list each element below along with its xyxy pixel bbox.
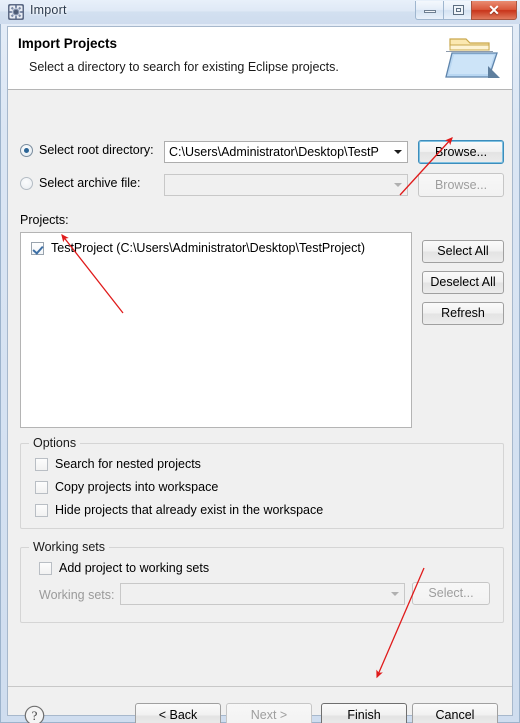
option-hide-existing-checkbox[interactable]	[35, 503, 48, 517]
browse-archive-file-button: Browse...	[418, 173, 504, 197]
wizard-header: Import Projects Select a directory to se…	[8, 27, 512, 90]
working-sets-combo	[120, 583, 405, 605]
window-title: Import	[30, 3, 67, 17]
radio-root-directory-label: Select root directory:	[39, 143, 154, 157]
chevron-down-icon-working-sets	[387, 584, 404, 604]
maximize-icon	[453, 5, 464, 15]
title-bar[interactable]: Import ✕	[0, 0, 520, 24]
folder-import-icon	[444, 32, 502, 84]
working-sets-group: Working sets Add project to working sets…	[20, 540, 504, 623]
window-controls: ✕	[415, 1, 517, 20]
wizard-body: Select root directory: C:\Users\Administ…	[8, 90, 512, 723]
next-button: Next >	[226, 703, 312, 723]
help-icon[interactable]: ?	[24, 705, 45, 723]
chevron-down-icon[interactable]	[390, 142, 407, 162]
projects-list[interactable]: TestProject (C:\Users\Administrator\Desk…	[20, 232, 412, 428]
working-sets-group-title: Working sets	[29, 540, 110, 554]
root-directory-combo[interactable]: C:\Users\Administrator\Desktop\TestP	[164, 141, 408, 163]
dialog-client-area: Import Projects Select a directory to se…	[7, 26, 513, 723]
options-group-title: Options	[29, 436, 81, 450]
project-label: TestProject (C:\Users\Administrator\Desk…	[51, 241, 365, 255]
radio-root-directory-indicator	[20, 143, 33, 157]
radio-select-root-directory[interactable]: Select root directory:	[20, 143, 154, 157]
page-description: Select a directory to search for existin…	[29, 60, 339, 74]
radio-archive-file-label: Select archive file:	[39, 176, 141, 190]
options-group: Options Search for nested projects Copy …	[20, 436, 504, 529]
option-search-nested-label: Search for nested projects	[55, 457, 201, 471]
radio-select-archive-file[interactable]: Select archive file:	[20, 176, 140, 190]
cancel-button[interactable]: Cancel	[412, 703, 498, 723]
import-projects-dialog: Import ✕ Import Projects Select a direct…	[0, 0, 520, 723]
finish-button[interactable]: Finish	[321, 703, 407, 723]
root-directory-value: C:\Users\Administrator\Desktop\TestP	[169, 145, 379, 159]
minimize-button[interactable]	[415, 1, 444, 20]
page-title: Import Projects	[18, 36, 118, 51]
archive-file-combo	[164, 174, 408, 196]
option-copy-projects[interactable]: Copy projects into workspace	[35, 480, 218, 494]
option-hide-existing-label: Hide projects that already exist in the …	[55, 503, 324, 517]
svg-text:?: ?	[32, 708, 38, 723]
option-search-nested[interactable]: Search for nested projects	[35, 457, 201, 471]
add-to-working-sets-row[interactable]: Add project to working sets	[39, 561, 209, 575]
projects-label: Projects:	[20, 213, 69, 227]
close-button[interactable]: ✕	[471, 1, 517, 20]
option-hide-existing[interactable]: Hide projects that already exist in the …	[35, 503, 323, 517]
list-item[interactable]: TestProject (C:\Users\Administrator\Desk…	[31, 241, 365, 255]
browse-root-directory-button[interactable]: Browse...	[418, 140, 504, 164]
deselect-all-button[interactable]: Deselect All	[422, 271, 504, 294]
radio-archive-file-indicator	[20, 176, 33, 190]
option-copy-projects-label: Copy projects into workspace	[55, 480, 219, 494]
working-sets-combo-label: Working sets:	[39, 588, 115, 602]
project-checkbox[interactable]	[31, 241, 44, 255]
select-working-sets-button: Select...	[412, 582, 490, 605]
refresh-button[interactable]: Refresh	[422, 302, 504, 325]
option-search-nested-checkbox[interactable]	[35, 457, 48, 471]
option-copy-projects-checkbox[interactable]	[35, 480, 48, 494]
import-wizard-icon	[8, 4, 24, 20]
minimize-icon	[424, 10, 436, 13]
close-icon: ✕	[488, 2, 500, 18]
add-to-working-sets-label: Add project to working sets	[59, 561, 210, 575]
select-all-button[interactable]: Select All	[422, 240, 504, 263]
chevron-down-icon-archive	[390, 175, 407, 195]
back-button[interactable]: < Back	[135, 703, 221, 723]
maximize-button[interactable]	[443, 1, 472, 20]
footer-divider	[8, 686, 512, 687]
add-to-working-sets-checkbox[interactable]	[39, 561, 52, 575]
